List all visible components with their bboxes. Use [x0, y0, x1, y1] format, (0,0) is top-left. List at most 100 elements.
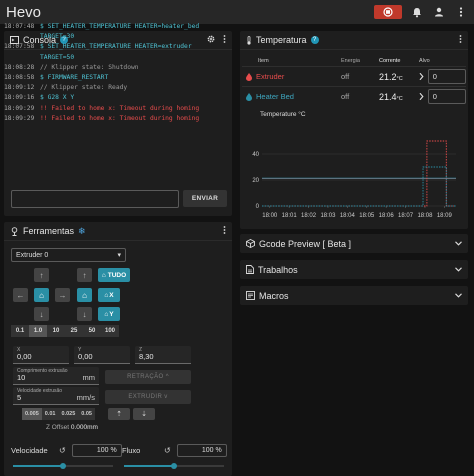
home-x-button[interactable]: ⌂ X — [98, 288, 120, 302]
step-option[interactable]: 25 — [65, 325, 83, 337]
step-option[interactable]: 10 — [47, 325, 65, 337]
speed-factor-input[interactable]: 100 % — [71, 444, 122, 457]
console-timestamp — [4, 53, 40, 63]
chevron-down-icon[interactable] — [455, 267, 462, 272]
step-option[interactable]: 0.1 — [11, 325, 29, 337]
jog-x-plus-button[interactable]: → — [55, 288, 70, 302]
reset-icon[interactable]: ↺ — [164, 446, 171, 455]
col-target: Alvo — [419, 58, 430, 64]
jog-z-minus-button[interactable]: ↓ — [77, 307, 92, 321]
console-line: TARGET=30 — [4, 32, 226, 42]
extruder-name[interactable]: Extruder — [256, 72, 284, 81]
emergency-stop-icon — [383, 7, 393, 17]
reset-icon[interactable]: ↺ — [59, 446, 66, 455]
console-timestamp: 18:08:58 — [4, 74, 35, 82]
account-icon[interactable] — [432, 5, 446, 19]
home-icon: ⌂ — [82, 290, 87, 300]
send-button[interactable]: ENVIAR — [183, 190, 227, 207]
z-step-option[interactable]: 0.005 — [22, 408, 42, 420]
x-position-field[interactable]: X 0,00 — [13, 346, 69, 364]
home-z-button[interactable]: ⌂ — [77, 288, 92, 302]
y-position-field[interactable]: Y 0,00 — [74, 346, 130, 364]
caret-down-icon: ▾ — [117, 252, 121, 259]
more-vert-icon[interactable] — [223, 226, 226, 236]
heater-bed-power: off — [341, 92, 350, 101]
console-line: 18:09:29 !! Failed to home x: Timeout dur… — [4, 104, 226, 114]
heater-bed-name[interactable]: Heater Bed — [256, 92, 294, 101]
bell-icon[interactable] — [410, 5, 424, 19]
arrow-icon — [419, 93, 424, 100]
z-step-selector: 0.005 0.01 0.025 0.05 — [22, 408, 95, 420]
step-option[interactable]: 100 — [101, 325, 120, 337]
flow-input[interactable]: 100 % — [176, 444, 227, 457]
step-option[interactable]: 50 — [83, 325, 101, 337]
console-timestamp: 18:07:48 — [4, 23, 35, 30]
speed-factor-thumb[interactable] — [60, 463, 66, 469]
flow-thumb[interactable] — [171, 463, 177, 469]
jog-z-plus-button[interactable]: ↑ — [77, 268, 92, 282]
z-step-option[interactable]: 0.05 — [78, 408, 95, 420]
z-step-option[interactable]: 0.01 — [41, 408, 59, 420]
temperature-chart: Temperature °C 0 20 40 18:00 18:01 18:02 18:03 1… — [252, 110, 456, 219]
x-tick-label: 18:00 — [262, 213, 278, 219]
chevron-down-icon[interactable] — [455, 241, 462, 246]
speed-factor-label: Velocidade — [11, 446, 48, 455]
home-icon: ⌂ — [101, 271, 106, 279]
extruder-target-input[interactable]: 0 — [427, 69, 466, 84]
step-option[interactable]: 1.0 — [29, 325, 47, 337]
console-timestamp — [4, 32, 40, 42]
more-vert-icon[interactable] — [459, 35, 462, 45]
extruder-select[interactable]: Extruder 0 ▾ — [11, 248, 126, 262]
x-tick-label: 18:08 — [417, 213, 433, 219]
z-offset-up-button[interactable]: ⇡ — [108, 408, 130, 420]
more-vert-icon[interactable] — [454, 5, 468, 19]
home-xy-button[interactable]: ⌂ — [34, 288, 49, 302]
help-icon[interactable]: ? — [310, 36, 319, 44]
z-step-option[interactable]: 0.025 — [58, 408, 79, 420]
tools-header: Ferramentas ❄ — [4, 222, 232, 241]
home-icon: ⌂ — [104, 310, 109, 318]
retract-button[interactable]: RETRAÇÃO ^ — [105, 370, 191, 384]
home-all-button[interactable]: ⌂ TUDO — [98, 268, 130, 282]
y-tick-label: 40 — [252, 152, 259, 158]
z-offset-down-button[interactable]: ⇣ — [133, 408, 155, 420]
jog-x-minus-button[interactable]: ← — [13, 288, 28, 302]
extrusion-length-field[interactable]: Comprimento extrusão 10 mm — [13, 367, 99, 385]
snowflake-icon: ❄ — [78, 225, 86, 236]
x-tick-label: 18:09 — [437, 213, 453, 219]
home-y-button[interactable]: ⌂ Y — [98, 307, 120, 321]
download-icon: ⇣ — [141, 411, 147, 418]
step-selector: 0.1 1.0 10 25 50 100 — [11, 325, 120, 337]
console-line: TARGET=50 — [4, 53, 226, 63]
heater-bed-target-input[interactable]: 0 — [427, 89, 466, 104]
gcode-preview-panel[interactable]: Gcode Preview [ Beta ] — [240, 234, 468, 253]
jobs-panel[interactable]: Trabalhos — [240, 260, 468, 279]
jog-y-plus-button[interactable]: ↑ — [34, 268, 49, 282]
console-message: // Klipper state: Shutdown — [40, 63, 139, 71]
console-log: 18:07:48 $ SET_HEATER_TEMPERATURE HEATER=… — [4, 22, 226, 160]
jobs-title: Trabalhos — [258, 264, 298, 275]
gamepad-icon — [11, 226, 18, 236]
x-tick-label: 18:05 — [359, 213, 375, 219]
chevron-down-icon: v — [164, 394, 168, 400]
z-offset-readout: Z Offset 0.000mm — [46, 424, 98, 431]
console-message: $ SET_HEATER_TEMPERATURE HEATER=heater_b… — [40, 23, 200, 30]
extrude-button[interactable]: EXTRUDIR v — [105, 390, 191, 404]
extrusion-speed-field[interactable]: Velocidade extrusão 5 mm/s — [13, 387, 99, 405]
temperature-title: Temperatura — [256, 35, 307, 45]
col-current: Corrente — [379, 58, 401, 64]
console-timestamp: 18:09:12 — [4, 84, 35, 92]
chevron-down-icon[interactable] — [455, 293, 462, 298]
y-tick-label: 0 — [256, 204, 260, 210]
emergency-stop-button[interactable] — [374, 5, 402, 19]
x-tick-label: 18:03 — [320, 213, 336, 219]
command-input[interactable] — [11, 190, 179, 208]
z-position-field[interactable]: Z 8,30 — [135, 346, 191, 364]
macros-panel[interactable]: Macros — [240, 286, 468, 305]
console-message: $ SET_HEATER_TEMPERATURE HEATER=extruder — [40, 43, 192, 51]
jog-y-minus-button[interactable]: ↓ — [34, 307, 49, 321]
temperature-table: Item Energia Corrente Alvo Extruder off … — [242, 56, 466, 106]
console-message: TARGET=30 — [40, 33, 75, 41]
extruder-current: 21.2°C — [379, 71, 403, 82]
extruder-select-value: Extruder 0 — [16, 251, 49, 259]
